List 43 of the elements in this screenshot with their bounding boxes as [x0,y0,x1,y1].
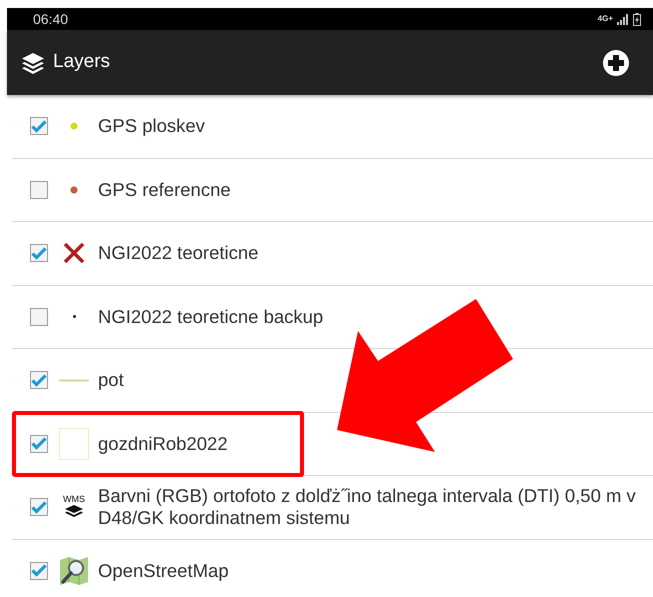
layer-row[interactable]: GPS referencne [12,158,653,222]
checkbox[interactable] [30,498,48,516]
screen-title: Layers [53,50,110,74]
network-type: 4G+ [598,13,613,25]
check-icon [31,564,47,578]
layer-row[interactable]: OpenStreetMap [12,540,653,597]
point-symbol-icon [72,315,76,318]
line-symbol-icon [59,378,89,382]
clock-time: 06:40 [33,10,68,28]
checkbox[interactable] [30,562,48,580]
wms-label: WMS [63,494,85,504]
layer-name: Barvni (RGB) ortofoto z dolďż˝ino talnega intervala (DTI) 0,50 m v D48/GK koordinatnem sistemu [98,484,637,530]
signal-icon [617,14,629,24]
layer-row[interactable]: WMS Barvni (RGB) ortofoto z dolďż˝ino talnega intervala (DTI) 0,50 m v D48/GK koordinatnem sistemu [12,476,653,540]
add-icon[interactable] [603,50,629,76]
layers-icon [21,52,45,74]
layers-icon [64,504,84,520]
check-icon [31,246,47,260]
layer-name: GPS ploskev [98,114,205,138]
layer-name: gozdniRob2022 [98,432,228,456]
checkbox[interactable] [30,180,48,199]
checkbox[interactable] [30,308,48,326]
check-icon [31,374,47,387]
point-symbol-icon [70,122,78,130]
layer-name: GPS referencne [98,178,231,202]
checkbox[interactable] [30,244,48,262]
layer-row[interactable]: GPS ploskev [12,95,653,158]
check-icon [31,120,47,133]
layer-name: OpenStreetMap [98,558,229,583]
checkbox[interactable] [30,434,48,453]
battery-icon [633,12,641,26]
cross-symbol-icon [63,242,85,264]
point-symbol-icon [70,186,78,194]
layer-row[interactable]: NGI2022 teoreticne [12,222,653,286]
layer-name: NGI2022 teoreticne backup [98,304,324,329]
checkbox[interactable] [30,371,48,390]
check-icon [31,437,47,450]
polygon-symbol-icon [59,428,89,460]
map-magnifier-icon [59,556,89,586]
check-icon [31,500,47,514]
layer-name: NGI2022 teoreticne [98,241,258,266]
layer-name: pot [98,368,124,392]
checkbox[interactable] [30,117,48,136]
